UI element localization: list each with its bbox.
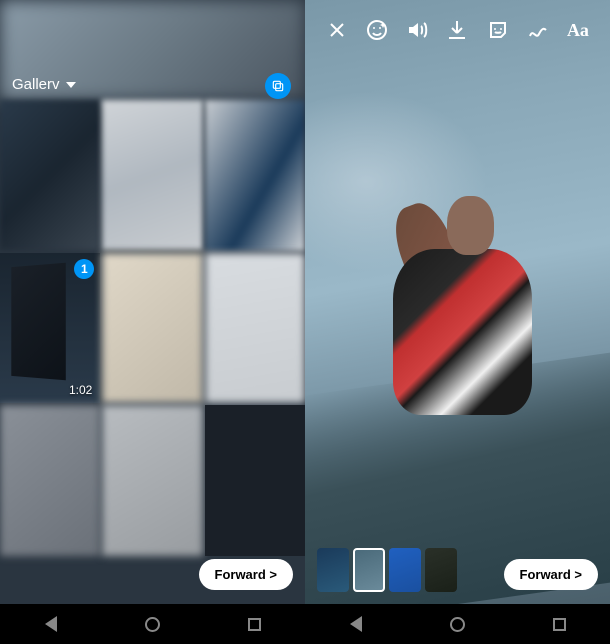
draw-icon[interactable] [526,18,550,42]
text-icon[interactable]: Aa [566,18,590,42]
clip-thumb[interactable] [389,548,421,592]
gallery-dropdown-label: Gallerv [12,76,60,93]
forward-button[interactable]: Forward > [199,559,294,590]
forward-button-label: Forward > [520,567,583,582]
gallery-dropdown[interactable]: Gallerv [12,76,76,93]
clip-thumbnails [317,548,457,592]
selection-badge: 1 [74,259,94,279]
media-grid: 1 1:02 [0,100,305,556]
grid-item[interactable] [102,100,202,250]
nav-home-icon[interactable] [448,615,466,633]
multi-select-icon [271,79,285,93]
grid-item[interactable] [205,405,305,556]
grid-item[interactable] [102,253,202,403]
android-nav-bar [0,604,610,644]
sticker-icon[interactable] [486,18,510,42]
nav-recents-icon[interactable] [550,615,568,633]
editor-preview-image[interactable] [305,0,610,604]
nav-recents-icon[interactable] [245,615,263,633]
forward-button-label: Forward > [215,567,278,582]
gallery-picker-panel: Gallerv 1 1:02 Forward > [0,0,305,604]
nav-back-icon[interactable] [42,615,60,633]
clip-thumb[interactable] [317,548,349,592]
grid-item[interactable] [0,100,100,250]
thumbnail-content [11,262,66,379]
grid-item-selected[interactable]: 1 1:02 [0,253,100,403]
story-editor-panel: Aa Forward > [305,0,610,604]
clip-thumb[interactable] [425,548,457,592]
grid-item[interactable] [205,253,305,404]
sound-icon[interactable] [405,18,429,42]
download-icon[interactable] [445,18,469,42]
grid-item[interactable] [205,100,305,251]
multi-select-button[interactable] [265,73,291,99]
video-duration-label: 1:02 [69,383,92,397]
close-icon[interactable] [325,18,349,42]
clip-thumb-selected[interactable] [353,548,385,592]
effects-icon[interactable] [365,18,389,42]
chevron-down-icon [66,82,76,88]
grid-item[interactable] [0,405,100,555]
nav-home-icon[interactable] [143,615,161,633]
grid-item[interactable] [102,405,202,555]
nav-back-icon[interactable] [347,615,365,633]
editor-toolbar: Aa [305,18,610,42]
forward-button[interactable]: Forward > [504,559,599,590]
